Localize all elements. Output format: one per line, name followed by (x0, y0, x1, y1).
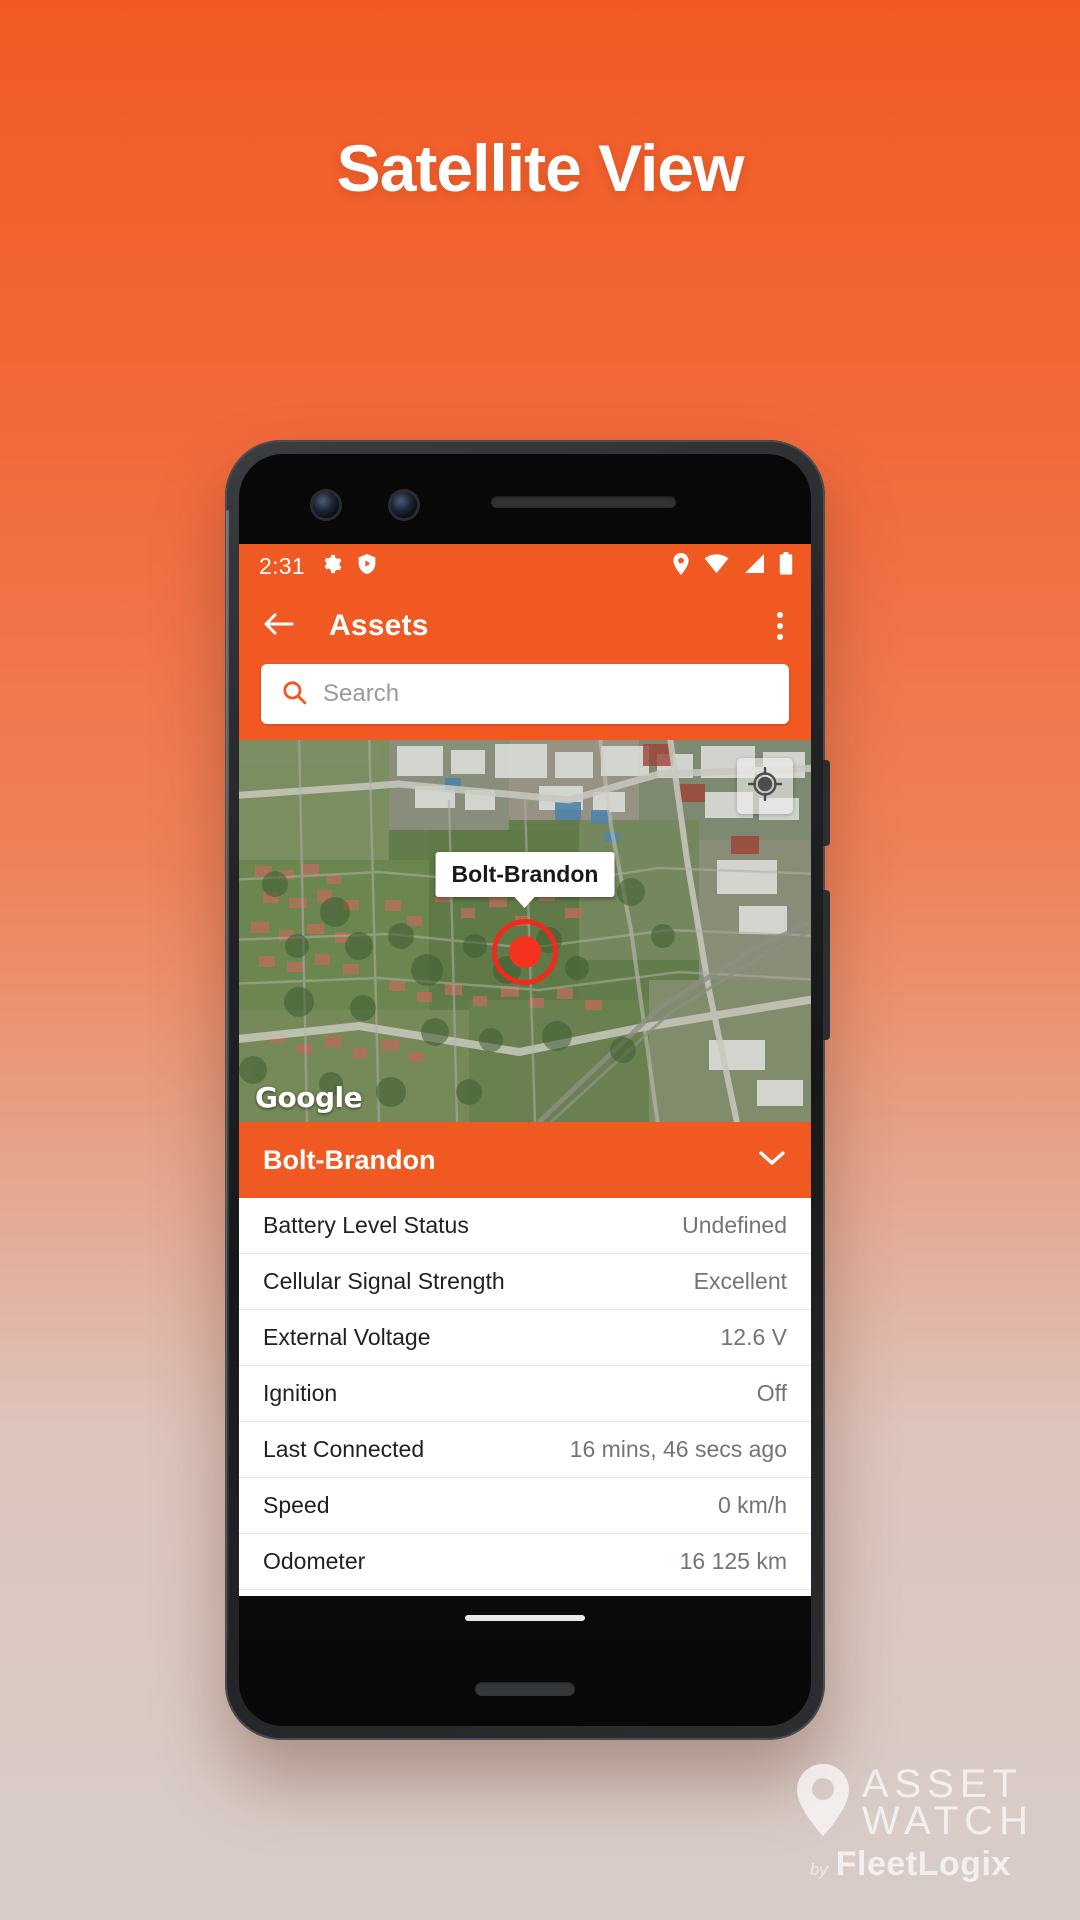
watermark-brand: FleetLogix (835, 1845, 1011, 1883)
power-button (823, 760, 830, 846)
search-icon (281, 679, 307, 710)
map-view[interactable]: Bolt-Brandon Google (239, 740, 811, 1122)
map-pin-icon (796, 1764, 850, 1841)
front-camera-secondary-icon (391, 492, 417, 518)
row-value: Off (756, 1380, 787, 1406)
watermark-line-2: WATCH (861, 1798, 1034, 1843)
phone-screen-area: 2:31 Assets Search Bolt-Brandon Google B… (239, 454, 811, 1726)
my-location-button[interactable] (737, 758, 793, 814)
search-container (239, 664, 811, 740)
asset-panel-title: Bolt-Brandon (263, 1144, 436, 1175)
fingerprint-sensor (475, 1682, 575, 1696)
android-navigation-bar (239, 1596, 811, 1640)
table-row: Speed 0 km/h (239, 1478, 811, 1534)
shield-play-icon (357, 553, 377, 580)
status-bar-right-icons (672, 552, 793, 580)
table-row: Last Connected 16 mins, 46 secs ago (239, 1422, 811, 1478)
row-value: Undefined (682, 1212, 787, 1238)
battery-icon (779, 552, 793, 580)
table-row: Ignition Off (239, 1366, 811, 1422)
row-value: 12.6 V (720, 1324, 788, 1350)
asset-detail-list: Battery Level Status Undefined Cellular … (239, 1198, 811, 1640)
home-gesture-pill[interactable] (465, 1615, 585, 1621)
table-row: Battery Level Status Undefined (239, 1198, 811, 1254)
earpiece-speaker (491, 496, 676, 508)
search-bar[interactable] (261, 664, 789, 724)
row-value: 16 125 km (679, 1548, 787, 1574)
page-title: Satellite View (336, 131, 745, 205)
wifi-icon (704, 553, 729, 579)
row-label: Battery Level Status (263, 1212, 469, 1238)
app-screen: 2:31 Assets Search Bolt-Brandon Google B… (239, 544, 811, 1640)
phone-mockup: 2:31 Assets Search Bolt-Brandon Google B… (225, 440, 830, 1740)
cellular-signal-icon (743, 553, 765, 579)
back-arrow-icon[interactable] (263, 610, 295, 643)
row-value: Excellent (693, 1268, 787, 1294)
watermark-by-label: by (809, 1860, 828, 1879)
asset-panel-header[interactable]: Bolt-Brandon (239, 1122, 811, 1198)
map-marker-label[interactable]: Bolt-Brandon (435, 852, 615, 897)
row-value: 0 km/h (717, 1492, 787, 1518)
settings-gear-icon (321, 553, 343, 580)
table-row: Odometer 16 125 km (239, 1534, 811, 1590)
chevron-down-icon[interactable] (757, 1147, 787, 1174)
search-input[interactable] (323, 680, 769, 708)
app-bar-title: Assets (329, 609, 429, 642)
my-location-crosshair-icon (747, 766, 783, 806)
google-attribution: Google (255, 1081, 363, 1114)
brand-watermark: ASSET WATCH by FleetLogix (796, 1764, 1034, 1884)
watermark-line-1: ASSET (861, 1761, 1023, 1806)
row-value: 16 mins, 46 secs ago (569, 1436, 787, 1462)
volume-button (823, 890, 830, 1040)
table-row: Cellular Signal Strength Excellent (239, 1254, 811, 1310)
row-label: Cellular Signal Strength (263, 1268, 505, 1294)
status-bar-left-icons (321, 553, 377, 580)
row-label: External Voltage (263, 1324, 431, 1350)
asset-map-marker[interactable] (492, 919, 558, 985)
row-label: Odometer (263, 1548, 366, 1574)
marker-dot-icon (509, 936, 541, 968)
row-label: Speed (263, 1492, 330, 1518)
status-bar: 2:31 (239, 544, 811, 588)
front-camera-icon (313, 492, 339, 518)
kebab-menu-icon[interactable] (771, 606, 789, 646)
table-row: External Voltage 12.6 V (239, 1310, 811, 1366)
row-label: Ignition (263, 1380, 338, 1406)
status-bar-time: 2:31 (259, 552, 305, 579)
location-pin-icon (672, 552, 690, 580)
app-bar: Assets (239, 588, 811, 664)
row-label: Last Connected (263, 1436, 425, 1462)
